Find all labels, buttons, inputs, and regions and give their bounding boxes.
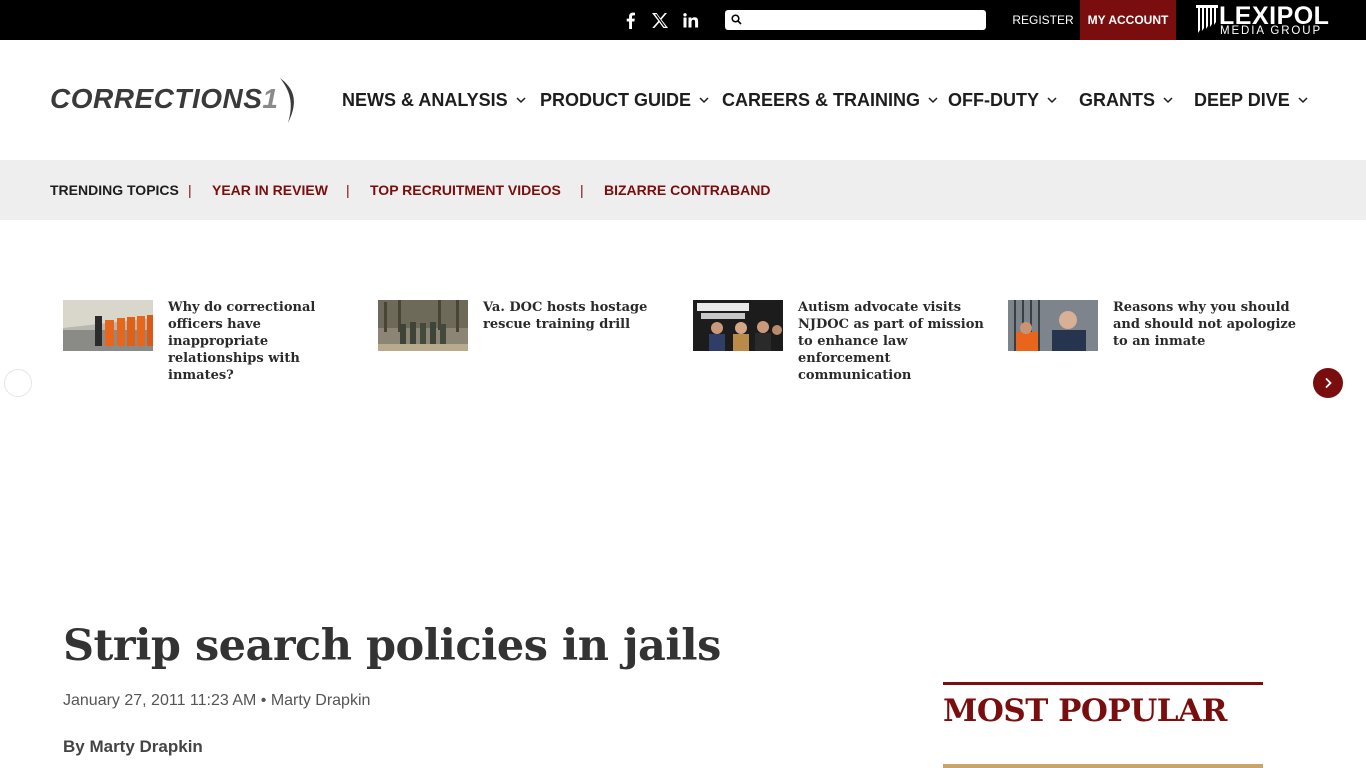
article-byline: By Marty Drapkin <box>63 737 203 756</box>
divider: | <box>188 182 192 198</box>
card-thumbnail <box>1008 300 1098 351</box>
card-title: Autism advocate visits NJDOC as part of … <box>798 300 984 383</box>
nav-product-guide[interactable]: PRODUCT GUIDE <box>540 40 709 160</box>
card-thumbnail <box>63 300 153 351</box>
site-header: CORRECTIONS1 NEWS & ANALYSIS PRODUCT GUI… <box>0 40 1366 160</box>
linkedin-icon[interactable] <box>679 0 703 40</box>
register-link[interactable]: REGISTER <box>1006 0 1080 40</box>
nav-grants[interactable]: GRANTS <box>1079 40 1173 160</box>
nav-careers-training[interactable]: CAREERS & TRAINING <box>722 40 938 160</box>
search-input[interactable] <box>745 10 981 30</box>
card-title: Va. DOC hosts hostage rescue training dr… <box>483 300 648 332</box>
lexipol-pillar-icon <box>1196 5 1218 33</box>
card-thumbnail <box>693 300 783 351</box>
corrections1-logo[interactable]: CORRECTIONS1 <box>50 77 305 129</box>
carousel-prev-button[interactable] <box>4 369 32 397</box>
carousel-card[interactable]: Reasons why you should and should not ap… <box>1008 300 1308 370</box>
article-title: Strip search policies in jails <box>63 621 721 671</box>
search-icon <box>731 14 742 25</box>
nav-news-analysis[interactable]: NEWS & ANALYSIS <box>342 40 526 160</box>
nav-deep-dive[interactable]: DEEP DIVE <box>1194 40 1308 160</box>
card-title: Why do correctional officers have inappr… <box>168 300 316 383</box>
trending-top-recruitment-videos[interactable]: TOP RECRUITMENT VIDEOS <box>370 160 561 220</box>
article-meta: January 27, 2011 11:23 AM • Marty Drapki… <box>63 692 371 709</box>
lexipol-tagline: MEDIA GROUP <box>1220 25 1323 37</box>
chevron-down-icon <box>1163 97 1173 104</box>
nav-off-duty[interactable]: OFF-DUTY <box>948 40 1057 160</box>
chevron-down-icon <box>928 97 938 104</box>
carousel-next-button[interactable] <box>1313 368 1343 398</box>
logo-text: CORRECTIONS1 <box>50 83 279 114</box>
top-bar: REGISTER MY ACCOUNT LEXIPOL MEDIA GROUP <box>0 0 1366 40</box>
chevron-down-icon <box>1047 97 1057 104</box>
facebook-icon[interactable] <box>618 0 642 40</box>
lexipol-logo[interactable]: LEXIPOL MEDIA GROUP <box>1196 2 1329 38</box>
trending-topics-bar: TRENDING TOPICS | YEAR IN REVIEW | TOP R… <box>0 160 1366 220</box>
divider <box>943 682 1263 685</box>
carousel-card[interactable]: Why do correctional officers have inappr… <box>63 300 363 383</box>
carousel-card[interactable]: Autism advocate visits NJDOC as part of … <box>693 300 993 383</box>
chevron-down-icon <box>516 97 526 104</box>
chevron-down-icon <box>1298 97 1308 104</box>
trending-year-in-review[interactable]: YEAR IN REVIEW <box>212 160 328 220</box>
divider: | <box>580 182 584 198</box>
logo-swoosh-icon <box>280 78 294 123</box>
trending-bizarre-contraband[interactable]: BIZARRE CONTRABAND <box>604 160 770 220</box>
x-icon[interactable] <box>648 0 672 40</box>
search-box <box>725 10 986 30</box>
carousel-card[interactable]: Va. DOC hosts hostage rescue training dr… <box>378 300 678 370</box>
most-popular-heading: MOST POPULAR <box>943 693 1227 729</box>
my-account-button[interactable]: MY ACCOUNT <box>1080 0 1176 40</box>
card-title: Reasons why you should and should not ap… <box>1113 300 1297 349</box>
divider: | <box>346 182 350 198</box>
card-thumbnail <box>378 300 468 351</box>
most-popular-image[interactable] <box>943 764 1263 768</box>
trending-label: TRENDING TOPICS <box>50 182 179 198</box>
chevron-right-icon <box>1325 377 1332 389</box>
chevron-down-icon <box>699 97 709 104</box>
